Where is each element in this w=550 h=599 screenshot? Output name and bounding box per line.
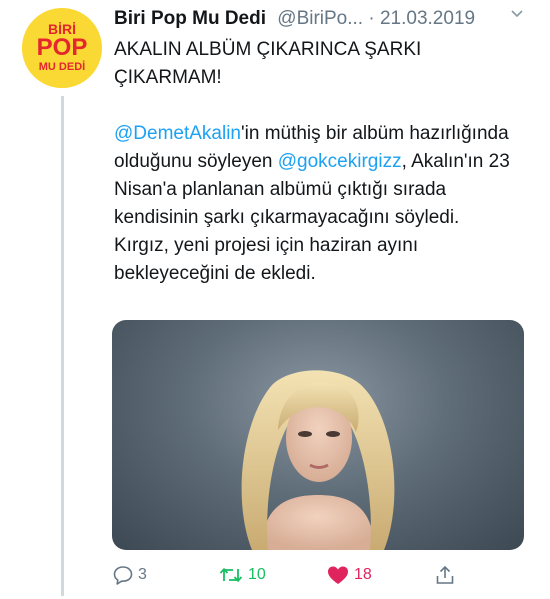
separator: · bbox=[363, 8, 380, 29]
reply-icon bbox=[113, 566, 133, 585]
biri-pop-mu-dedi-logo: BİRİ POP MU DEDİ bbox=[22, 8, 102, 88]
portrait-image bbox=[241, 370, 395, 550]
tweet-header: Biri Pop Mu Dedi @BiriPo... · 21.03.2019 bbox=[114, 6, 534, 32]
svg-text:POP: POP bbox=[37, 34, 88, 61]
mention-demet-akalin[interactable]: @DemetAkalin bbox=[114, 123, 241, 144]
share-button[interactable] bbox=[434, 560, 456, 590]
tweet-actions: 3 10 18 bbox=[0, 560, 550, 590]
like-button[interactable]: 18 bbox=[326, 560, 372, 590]
thread-line bbox=[61, 96, 64, 596]
tweet-photo[interactable] bbox=[112, 320, 524, 550]
retweet-button[interactable]: 10 bbox=[218, 560, 266, 590]
share-icon bbox=[436, 565, 454, 584]
retweet-icon bbox=[219, 567, 243, 583]
reply-button[interactable]: 3 bbox=[112, 560, 147, 590]
heart-icon bbox=[328, 566, 348, 584]
svg-text:MU DEDİ: MU DEDİ bbox=[39, 60, 85, 73]
tweet-text: AKALIN ALBÜM ÇIKARINCA ŞARKI ÇIKARMAM! @… bbox=[114, 36, 534, 288]
tweet: BİRİ POP MU DEDİ Biri Pop Mu Dedi @BiriP… bbox=[0, 0, 550, 599]
handle[interactable]: @BiriPo... bbox=[277, 8, 363, 29]
chevron-down-icon[interactable] bbox=[510, 7, 524, 21]
tweet-body: @DemetAkalin'in müthiş bir albüm hazırlı… bbox=[114, 120, 534, 232]
body-text-3: Kırgız, yeni projesi için haziran ayını … bbox=[114, 235, 419, 284]
reply-count: 3 bbox=[138, 566, 147, 583]
like-count: 18 bbox=[354, 566, 372, 583]
retweet-count: 10 bbox=[248, 566, 266, 583]
avatar[interactable]: BİRİ POP MU DEDİ bbox=[22, 8, 102, 88]
tweet-headline: AKALIN ALBÜM ÇIKARINCA ŞARKI ÇIKARMAM! bbox=[114, 39, 422, 88]
display-name[interactable]: Biri Pop Mu Dedi bbox=[114, 8, 266, 29]
tweet-date[interactable]: 21.03.2019 bbox=[380, 8, 475, 29]
mention-gokcekirgizz[interactable]: @gokcekirgizz bbox=[278, 151, 402, 172]
